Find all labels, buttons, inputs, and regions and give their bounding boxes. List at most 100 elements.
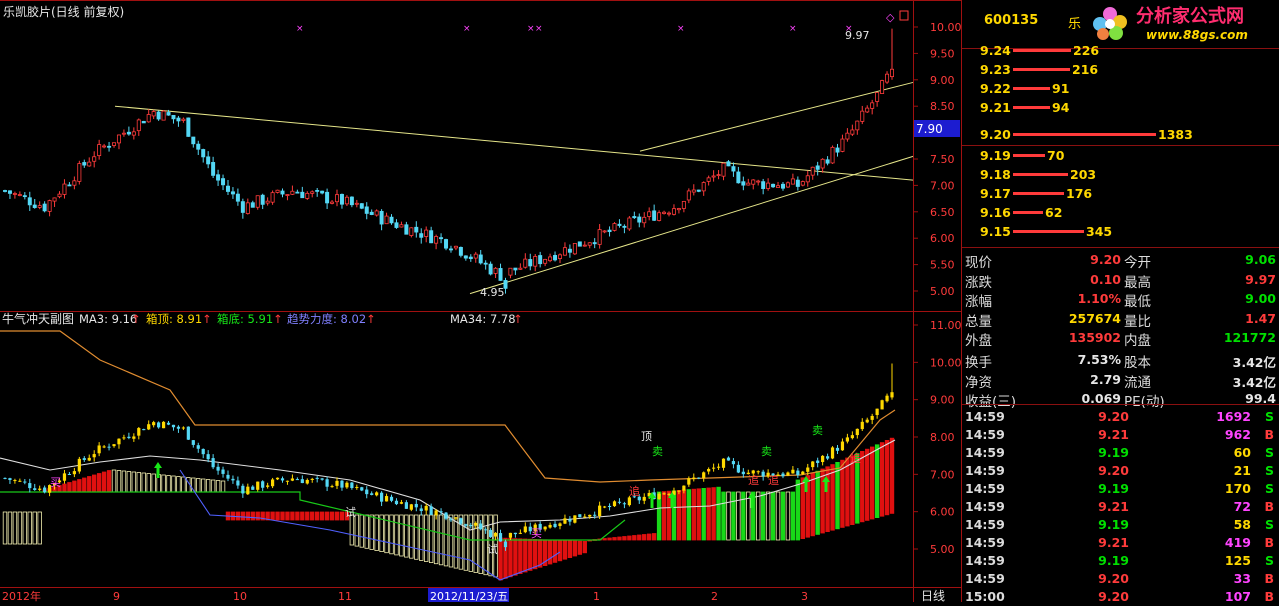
bid-row[interactable]: 9.18 203 [962,165,1279,184]
ask-row[interactable]: 9.23 216 [962,60,1279,79]
stock-code: 600135 [984,13,1039,28]
bid-row[interactable]: 9.16 62 [962,203,1279,222]
histogram-bar [845,457,850,527]
indicator-candle-body [384,496,389,502]
ask-row[interactable]: 9.20 1383 [962,125,1279,144]
bid-volume: 203 [1070,167,1097,182]
indicator-candle-body [310,478,314,480]
indicator-candle-body [563,518,567,524]
tick-row[interactable]: 14:59 9.21 419 B [962,534,1279,552]
tick-row[interactable]: 15:00 9.20 107 B [962,588,1279,606]
candle-body [632,216,637,219]
histogram-bar [205,479,211,493]
tick-row[interactable]: 14:59 9.20 1692 S [962,408,1279,426]
candle-body [691,189,696,193]
candle-body [97,144,102,157]
tick-price: 9.20 [1098,571,1129,586]
indicator-candle-body [439,511,443,513]
histogram-bar [637,534,642,541]
ask-row[interactable]: 9.21 94 [962,98,1279,117]
indicator-candle-body [62,473,67,481]
tick-row[interactable]: 14:59 9.19 170 S [962,480,1279,498]
ask-row[interactable]: 9.22 91 [962,79,1279,98]
indicator-candle-body [112,444,116,447]
indicator-candle-body [617,501,622,503]
candle-body [776,185,781,188]
indicator-candle-body [355,486,359,488]
candle-body [176,117,181,122]
candle-body [815,165,820,170]
candle-body [245,202,250,214]
tick-volume: 58 [1233,517,1251,532]
ask-row[interactable]: 9.24 226 [962,41,1279,60]
indicator-candle-body [667,493,671,495]
histogram-bar [582,541,587,554]
histogram-bar [245,511,251,521]
histogram-bar [830,464,835,531]
histogram-bar [27,511,32,545]
histogram-bar [642,534,647,541]
ask-price: 9.24 [980,43,1011,58]
indicator-candle-body [389,496,394,501]
quote-row: 换手 7.53% 股本 3.42亿 [962,350,1279,371]
histogram-bar [800,477,806,539]
tick-time: 14:59 [965,571,1005,586]
quote-value: 9.00 [1245,291,1276,307]
candle-body [890,68,895,78]
candle-body [538,255,543,265]
indicator-candle-body [211,458,215,468]
indicator-candle-body [325,479,329,487]
period-label[interactable]: 日线 [921,589,945,602]
indicator-candle-body [845,437,850,442]
candle-body [364,206,369,214]
candle-body [315,190,320,192]
current-price-label: 7.90 [916,122,943,136]
tick-price: 9.20 [1098,409,1129,424]
chart-area[interactable]: 10.00 9.50 9.00 8.50 8.00 7.50 7.00 6.50 6.00 5.5… [0,0,962,602]
histogram-bar [419,514,424,561]
bid-row[interactable]: 9.17 176 [962,184,1279,203]
candle-body [681,201,686,209]
ask-volume-bar [1013,87,1050,90]
tick-row[interactable]: 14:59 9.21 962 B [962,426,1279,444]
quote-label: 流通 [1124,374,1151,391]
candle-body [860,110,865,122]
candle-body [696,189,701,192]
indicator-candle-body [484,529,488,531]
candle-body [126,131,131,135]
histogram-bar [414,514,419,560]
indicator-candle-body [429,506,433,515]
ask-volume: 226 [1073,43,1100,58]
histogram-bar [438,514,444,566]
tick-row[interactable]: 14:59 9.21 72 B [962,498,1279,516]
tick-row[interactable]: 14:59 9.19 60 S [962,444,1279,462]
bid-price: 9.18 [980,167,1011,182]
candle-body [414,226,419,233]
crosshair-date: 2012/11/23/五 [430,590,508,602]
tick-row[interactable]: 14:59 9.20 21 S [962,462,1279,480]
ma34-label: MA34: 7.78 [450,312,516,326]
tick-price: 9.21 [1098,535,1129,550]
histogram-bar [201,478,206,493]
tick-row[interactable]: 14:59 9.19 58 S [962,516,1279,534]
histogram-bar [141,472,146,493]
indicator-candle-body [806,467,810,472]
histogram-bar [210,479,216,493]
quote-value: 257674 [1068,310,1121,326]
indicator-candle-body [880,400,884,410]
indicator-candle-body [191,440,195,445]
tick-side: S [1264,463,1274,478]
bid-row[interactable]: 9.15 345 [962,222,1279,241]
tick-row[interactable]: 14:59 9.20 33 B [962,570,1279,588]
candle-body [602,230,607,233]
axis-label: 5.00 [930,285,955,298]
histogram-bar [879,442,885,517]
bid-row[interactable]: 9.19 70 [962,146,1279,165]
site-logo[interactable]: 分析家公式网 www.88gs.com [1088,0,1279,44]
candle-body [647,211,652,217]
tick-side: S [1264,481,1274,496]
candle-body [543,258,548,264]
chase-signal-3: 追 [768,473,779,487]
tick-row[interactable]: 14:59 9.19 125 S [962,552,1279,570]
candle-body [116,134,121,144]
